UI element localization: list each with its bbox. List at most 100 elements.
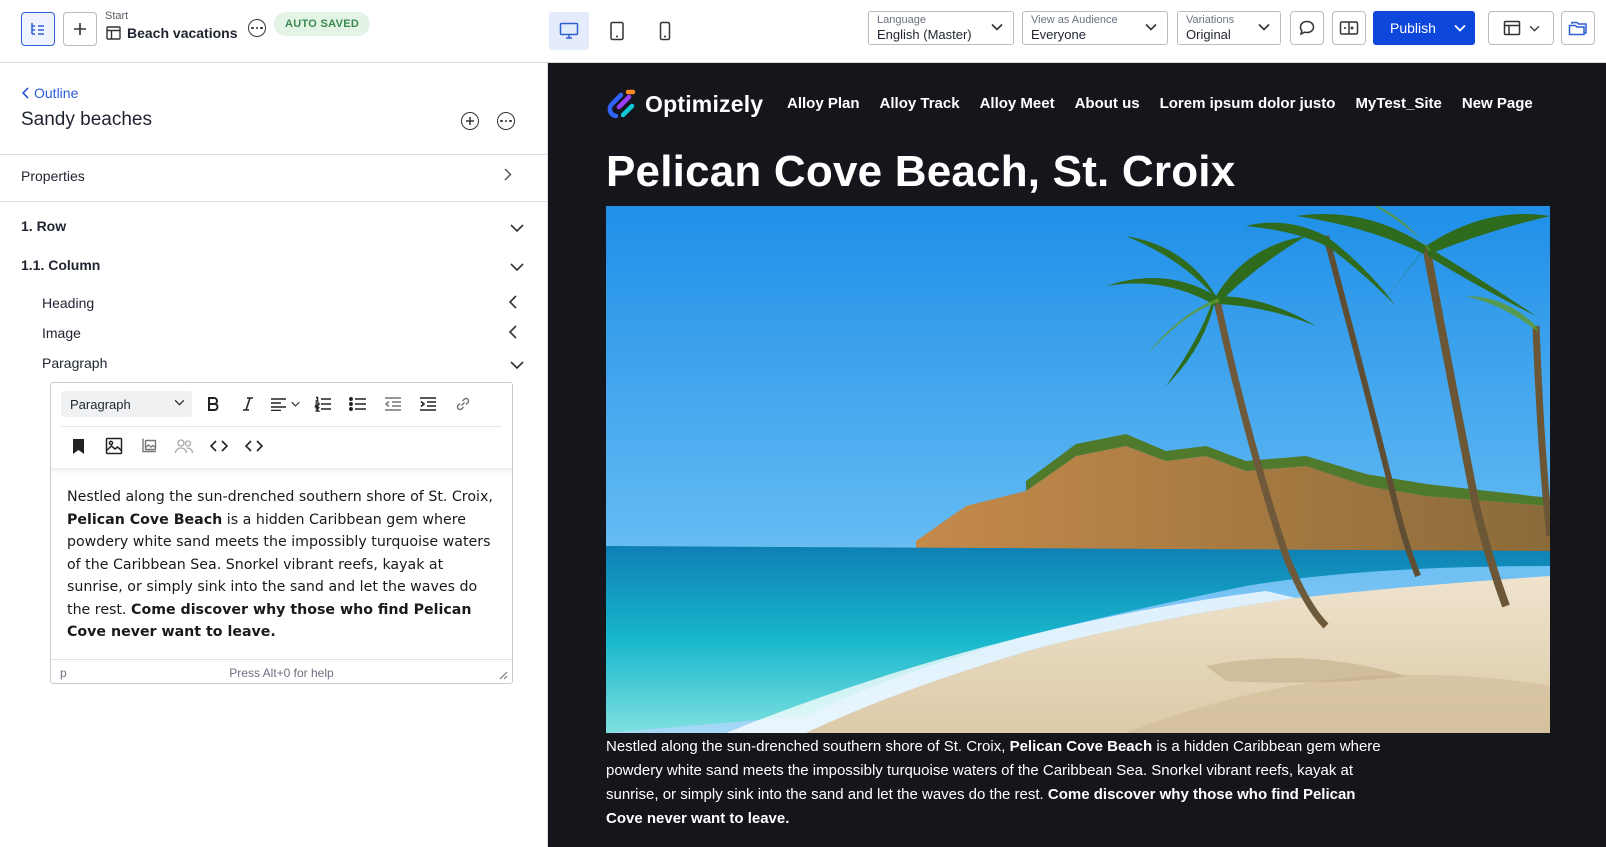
page-layout-icon [106, 26, 121, 40]
mobile-view-button[interactable] [645, 12, 685, 50]
chevron-down-icon [1258, 23, 1270, 31]
outdent-button[interactable] [375, 388, 410, 420]
code-sample-button[interactable] [236, 430, 271, 462]
preview-paragraph[interactable]: Nestled along the sun-drenched southern … [606, 735, 1396, 831]
outline-heading-item[interactable]: Heading [42, 295, 94, 311]
paragraph-text: Nestled along the sun-drenched southern … [606, 738, 1010, 755]
divider [0, 154, 548, 155]
chevron-left-icon [22, 87, 29, 99]
audience-select[interactable]: View as Audience Everyone [1022, 11, 1168, 45]
publish-options-dropdown[interactable] [1445, 11, 1475, 45]
block-format-select[interactable]: Paragraph [61, 391, 192, 417]
block-title: Sandy beaches [21, 109, 152, 130]
paragraph-bold-text: Pelican Cove Beach [1009, 738, 1153, 755]
site-logo[interactable]: Optimizely [606, 87, 763, 121]
chevron-left-icon[interactable] [509, 325, 517, 339]
chevron-down-icon[interactable] [510, 263, 524, 271]
outline-column-item[interactable]: 1.1. Column [21, 257, 100, 273]
toolbar-divider [61, 426, 502, 427]
nav-item-alloy-track[interactable]: Alloy Track [880, 95, 960, 112]
image-edit-icon [141, 438, 156, 453]
page-preview: Optimizely Alloy Plan Alloy Track Alloy … [548, 63, 1606, 847]
edit-image-button[interactable] [131, 430, 166, 462]
outline-back-link[interactable]: Outline [22, 85, 78, 101]
editor-content[interactable]: Nestled along the sun-drenched southern … [67, 486, 502, 644]
tablet-view-button[interactable] [597, 12, 637, 50]
site-navigation: Alloy Plan Alloy Track Alloy Meet About … [787, 95, 1533, 112]
editor-help-hint: Press Alt+0 for help [229, 666, 334, 680]
nav-item-lorem-ipsum[interactable]: Lorem ipsum dolor justo [1160, 95, 1336, 112]
insert-image-button[interactable] [96, 430, 131, 462]
nav-item-about-us[interactable]: About us [1075, 95, 1140, 112]
indent-icon [419, 397, 436, 411]
comments-button[interactable] [1290, 11, 1324, 45]
chevron-down-icon [174, 399, 185, 406]
paragraph-text: Nestled along the sun-drenched southern … [67, 489, 493, 505]
bold-button[interactable] [195, 388, 230, 420]
preview-heading[interactable]: Pelican Cove Beach, St. Croix [606, 147, 1235, 197]
comment-icon [1299, 20, 1315, 36]
bullet-list-button[interactable] [340, 388, 375, 420]
add-block-icon[interactable] [461, 112, 479, 130]
numbered-list-button[interactable] [305, 388, 340, 420]
nav-item-mytest-site[interactable]: MyTest_Site [1355, 95, 1441, 112]
bold-icon [207, 397, 218, 411]
bookmark-button[interactable] [61, 430, 96, 462]
assets-panel-button[interactable] [1561, 11, 1595, 45]
numbered-list-icon [314, 396, 331, 412]
nav-item-alloy-meet[interactable]: Alloy Meet [980, 95, 1055, 112]
chevron-down-icon[interactable] [510, 224, 524, 232]
properties-item[interactable]: Properties [21, 168, 85, 184]
publish-button[interactable]: Publish [1373, 11, 1475, 45]
beach-photo[interactable] [606, 206, 1550, 733]
link-icon [456, 397, 469, 411]
compare-view-button[interactable] [1332, 11, 1366, 45]
editor-status-bar: p Press Alt+0 for help [51, 659, 512, 683]
outline-image-item[interactable]: Image [42, 325, 81, 341]
add-button[interactable] [63, 12, 97, 46]
plus-icon [74, 23, 86, 35]
outline-toggle-button[interactable] [21, 12, 55, 46]
align-left-icon [271, 398, 286, 411]
chevron-left-icon[interactable] [509, 295, 517, 309]
outdent-icon [384, 397, 401, 411]
layout-menu-button[interactable] [1488, 11, 1554, 45]
language-select-label: Language [877, 14, 926, 26]
outline-row-item[interactable]: 1. Row [21, 218, 66, 234]
variations-select[interactable]: Variations Original [1177, 11, 1281, 45]
page-title: Beach vacations [106, 25, 238, 41]
language-select[interactable]: Language English (Master) [868, 11, 1014, 45]
paragraph-bold-text: Pelican Cove Beach [67, 511, 223, 528]
outline-paragraph-item[interactable]: Paragraph [42, 355, 107, 371]
block-more-options-icon[interactable] [497, 112, 515, 130]
chevron-right-icon[interactable] [504, 168, 512, 181]
chevron-down-icon [1454, 24, 1466, 32]
link-button[interactable] [445, 388, 480, 420]
outline-panel: Outline Sandy beaches Properties 1. Row … [0, 63, 548, 847]
page-more-options-icon[interactable] [248, 19, 266, 37]
breadcrumb-parent[interactable]: Start [105, 10, 128, 22]
align-button[interactable] [265, 388, 305, 420]
publish-button-label: Publish [1390, 20, 1436, 36]
indent-button[interactable] [410, 388, 445, 420]
code-icon [244, 440, 263, 452]
chevron-down-icon [1529, 25, 1539, 32]
divider [0, 201, 548, 202]
code-icon [209, 440, 228, 452]
logo-text: Optimizely [645, 90, 764, 117]
source-code-button[interactable] [201, 430, 236, 462]
outline-back-label: Outline [34, 85, 79, 101]
italic-button[interactable] [230, 388, 265, 420]
compare-icon [1339, 21, 1359, 35]
chevron-down-icon[interactable] [510, 361, 524, 369]
tablet-icon [610, 21, 624, 41]
resize-handle-icon[interactable] [499, 671, 508, 680]
nav-item-new-page[interactable]: New Page [1462, 95, 1533, 112]
device-switcher [549, 12, 685, 50]
layout-icon [1503, 20, 1520, 36]
nav-item-alloy-plan[interactable]: Alloy Plan [787, 95, 860, 112]
bookmark-icon [73, 438, 84, 454]
desktop-view-button[interactable] [549, 12, 589, 50]
personalize-button[interactable] [166, 430, 201, 462]
optimizely-logo-icon [607, 89, 636, 119]
